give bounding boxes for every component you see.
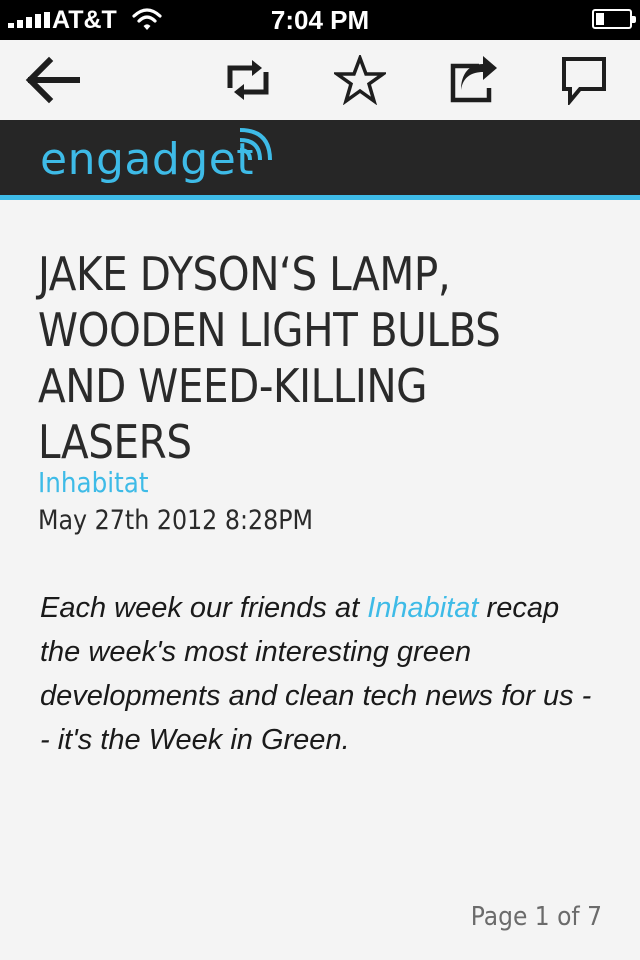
retweet-button[interactable] <box>208 40 288 120</box>
body-text-start: Each week our friends at <box>40 592 368 624</box>
page-indicator: Page 1 of 7 <box>470 902 602 932</box>
brand-accent-line <box>0 195 640 200</box>
engadget-logo: engadget <box>40 128 272 192</box>
clock: 7:04 PM <box>270 5 370 35</box>
back-arrow-icon <box>25 56 80 104</box>
battery-icon <box>592 9 636 29</box>
screen: AT&T 7:04 PM engadget JAKE DYSON‘S LAMP,… <box>0 0 640 960</box>
comment-button[interactable] <box>544 40 624 120</box>
comment-icon <box>562 57 606 105</box>
back-button[interactable] <box>12 40 92 120</box>
logo-text: engadget <box>40 134 255 185</box>
star-icon <box>334 55 386 105</box>
share-button[interactable] <box>434 40 514 120</box>
article-date: May 27th 2012 8:28PM <box>38 505 314 536</box>
article-source-link[interactable]: Inhabitat <box>38 466 149 499</box>
share-icon <box>450 56 497 103</box>
toolbar <box>0 40 640 120</box>
status-bar: AT&T 7:04 PM <box>0 0 640 40</box>
battery-level <box>596 13 604 25</box>
signal-waves-icon <box>239 128 272 160</box>
inhabitat-link[interactable]: Inhabitat <box>367 592 478 624</box>
article-headline: JAKE DYSON‘S LAMP, WOODEN LIGHT BULBS AN… <box>38 247 501 469</box>
favorite-button[interactable] <box>320 40 400 120</box>
retweet-icon <box>227 60 269 100</box>
article-body: Each week our friends at Inhabitat recap… <box>40 586 600 762</box>
